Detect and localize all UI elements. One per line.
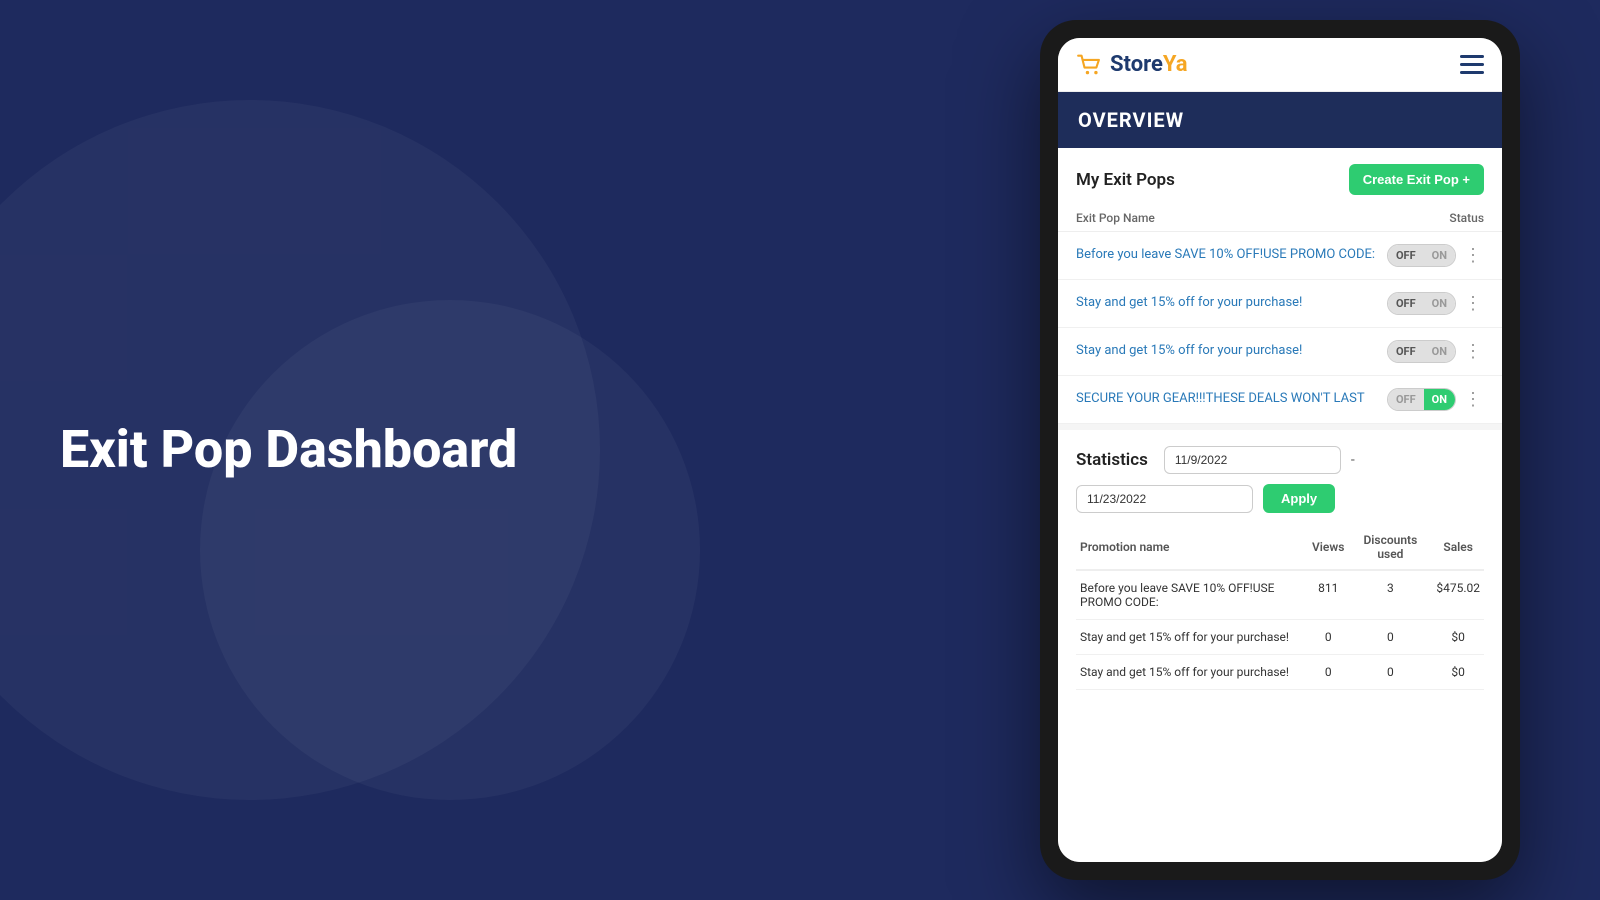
date-from-input[interactable] bbox=[1164, 446, 1341, 474]
toggle-off-label[interactable]: OFF bbox=[1388, 389, 1424, 410]
overview-title: OVERVIEW bbox=[1078, 108, 1482, 132]
stats-col-name: Promotion name bbox=[1076, 525, 1308, 570]
stats-views: 0 bbox=[1308, 620, 1348, 655]
exit-pop-name: SECURE YOUR GEAR!!!THESE DEALS WON'T LAS… bbox=[1076, 390, 1387, 408]
toggle-area[interactable]: OFF ON ⋮ bbox=[1387, 388, 1484, 411]
bg-decoration-2 bbox=[200, 300, 700, 800]
page-heading: Exit Pop Dashboard bbox=[60, 419, 517, 481]
stats-sales: $0 bbox=[1432, 620, 1484, 655]
stats-views: 0 bbox=[1308, 655, 1348, 690]
cart-icon bbox=[1076, 54, 1104, 76]
stats-table-row: Stay and get 15% off for your purchase! … bbox=[1076, 620, 1484, 655]
stats-col-views: Views bbox=[1308, 525, 1348, 570]
toggle-switch[interactable]: OFF ON bbox=[1387, 292, 1456, 315]
toggle-area[interactable]: OFF ON ⋮ bbox=[1387, 292, 1484, 315]
exit-pops-table-header: Exit Pop Name Status bbox=[1058, 205, 1502, 232]
date-to-input[interactable] bbox=[1076, 485, 1253, 513]
exit-pop-row: SECURE YOUR GEAR!!!THESE DEALS WON'T LAS… bbox=[1058, 376, 1502, 424]
hamburger-icon[interactable] bbox=[1460, 55, 1484, 74]
left-panel: Exit Pop Dashboard bbox=[60, 419, 517, 481]
stats-discounts: 3 bbox=[1348, 570, 1432, 620]
exit-pop-row: Stay and get 15% off for your purchase! … bbox=[1058, 280, 1502, 328]
statistics-section: Statistics - Apply Promotion name Views … bbox=[1058, 424, 1502, 700]
toggle-switch[interactable]: OFF ON bbox=[1387, 388, 1456, 411]
more-options-icon[interactable]: ⋮ bbox=[1462, 245, 1484, 266]
more-options-icon[interactable]: ⋮ bbox=[1462, 341, 1484, 362]
logo-area: StoreYa bbox=[1076, 52, 1188, 77]
toggle-area[interactable]: OFF ON ⋮ bbox=[1387, 340, 1484, 363]
stats-table-header-row: Promotion name Views Discounts used Sale… bbox=[1076, 525, 1484, 570]
toggle-off-label[interactable]: OFF bbox=[1388, 341, 1424, 362]
stats-col-discounts: Discounts used bbox=[1348, 525, 1432, 570]
apply-button[interactable]: Apply bbox=[1263, 484, 1335, 513]
app-header: StoreYa bbox=[1058, 38, 1502, 92]
stats-sales: $0 bbox=[1432, 655, 1484, 690]
exit-pops-section-header: My Exit Pops Create Exit Pop + bbox=[1058, 148, 1502, 205]
more-options-icon[interactable]: ⋮ bbox=[1462, 293, 1484, 314]
stats-discounts: 0 bbox=[1348, 655, 1432, 690]
exit-pops-title: My Exit Pops bbox=[1076, 170, 1175, 190]
col-header-name: Exit Pop Name bbox=[1076, 211, 1155, 225]
stats-sales: $475.02 bbox=[1432, 570, 1484, 620]
toggle-on-label[interactable]: ON bbox=[1424, 293, 1455, 314]
exit-pop-row: Before you leave SAVE 10% OFF!USE PROMO … bbox=[1058, 232, 1502, 280]
stats-discounts: 0 bbox=[1348, 620, 1432, 655]
stats-views: 811 bbox=[1308, 570, 1348, 620]
toggle-switch[interactable]: OFF ON bbox=[1387, 244, 1456, 267]
exit-pop-row: Stay and get 15% off for your purchase! … bbox=[1058, 328, 1502, 376]
exit-pop-list: Before you leave SAVE 10% OFF!USE PROMO … bbox=[1058, 232, 1502, 424]
stats-title: Statistics bbox=[1076, 450, 1148, 470]
stats-table-row: Before you leave SAVE 10% OFF!USE PROMO … bbox=[1076, 570, 1484, 620]
device-screen: StoreYa OVERVIEW My Exit Pops Create Exi… bbox=[1058, 38, 1502, 862]
app-content[interactable]: My Exit Pops Create Exit Pop + Exit Pop … bbox=[1058, 148, 1502, 862]
toggle-off-label[interactable]: OFF bbox=[1388, 293, 1424, 314]
overview-banner: OVERVIEW bbox=[1058, 92, 1502, 148]
toggle-on-label[interactable]: ON bbox=[1424, 389, 1455, 410]
stats-table-body: Before you leave SAVE 10% OFF!USE PROMO … bbox=[1076, 570, 1484, 690]
more-options-icon[interactable]: ⋮ bbox=[1462, 389, 1484, 410]
stats-header: Statistics - Apply bbox=[1076, 446, 1484, 513]
col-header-status: Status bbox=[1449, 211, 1484, 225]
exit-pop-name: Stay and get 15% off for your purchase! bbox=[1076, 294, 1387, 312]
stats-col-sales: Sales bbox=[1432, 525, 1484, 570]
logo-text: StoreYa bbox=[1110, 52, 1188, 77]
toggle-off-label[interactable]: OFF bbox=[1388, 245, 1424, 266]
stats-promotion-name: Before you leave SAVE 10% OFF!USE PROMO … bbox=[1076, 570, 1308, 620]
toggle-on-label[interactable]: ON bbox=[1424, 245, 1455, 266]
exit-pop-name: Stay and get 15% off for your purchase! bbox=[1076, 342, 1387, 360]
device-frame: StoreYa OVERVIEW My Exit Pops Create Exi… bbox=[1040, 20, 1520, 880]
toggle-on-label[interactable]: ON bbox=[1424, 341, 1455, 362]
toggle-switch[interactable]: OFF ON bbox=[1387, 340, 1456, 363]
stats-table-row: Stay and get 15% off for your purchase! … bbox=[1076, 655, 1484, 690]
date-separator: - bbox=[1351, 452, 1355, 468]
exit-pop-name: Before you leave SAVE 10% OFF!USE PROMO … bbox=[1076, 246, 1387, 264]
stats-table: Promotion name Views Discounts used Sale… bbox=[1076, 525, 1484, 690]
stats-promotion-name: Stay and get 15% off for your purchase! bbox=[1076, 620, 1308, 655]
create-exit-pop-button[interactable]: Create Exit Pop + bbox=[1349, 164, 1484, 195]
toggle-area[interactable]: OFF ON ⋮ bbox=[1387, 244, 1484, 267]
stats-promotion-name: Stay and get 15% off for your purchase! bbox=[1076, 655, 1308, 690]
